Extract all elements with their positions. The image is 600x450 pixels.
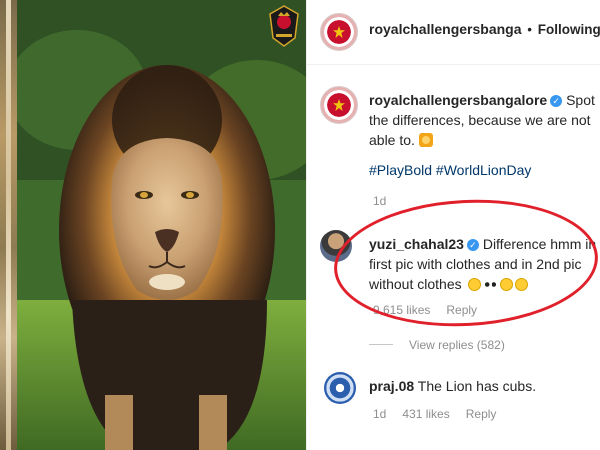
comment-timestamp[interactable]: 1d [373,407,386,421]
caption: royalchallengersbangalore ✓ Spot the diff… [369,90,597,150]
caption-username[interactable]: royalchallengersbangalore [369,92,547,108]
previous-media-edge [0,0,17,450]
lion-emoji-icon [418,133,433,147]
header-username[interactable]: royalchallengersbanga [369,21,522,37]
post-image[interactable] [17,0,306,450]
rcb-crest-icon [333,99,345,111]
comment-meta: 9,615 likes Reply [373,303,477,317]
view-replies-line [369,344,393,345]
comment-praj: praj.08 The Lion has cubs. [369,376,536,396]
thinking-emoji-icon [467,278,481,291]
header-account-line: royalchallengersbanga • Following [369,21,600,37]
caption-timestamp[interactable]: 1d [373,194,386,208]
post-header: royalchallengersbanga • Following [307,0,600,65]
caption-hashtags[interactable]: #PlayBold #WorldLionDay [369,162,531,178]
verified-badge-icon: ✓ [466,239,479,251]
comment-likes[interactable]: 431 likes [402,407,449,421]
view-replies[interactable]: View replies (582) [369,338,505,352]
eyes-emoji-icon [482,279,498,290]
header-separator: • [527,22,533,37]
post-side-panel: royalchallengersbanga • Following royalc… [306,0,600,450]
verified-badge-icon: ✓ [550,95,563,107]
comment-username[interactable]: praj.08 [369,378,414,394]
comment-avatar-praj[interactable] [324,372,356,404]
comment-meta: 1d 431 likes Reply [373,407,496,421]
comment-likes[interactable]: 9,615 likes [373,303,430,317]
flushed-emoji-icon [499,278,513,291]
comment-yuzi: yuzi_chahal23 ✓ Difference hmm in first p… [369,234,599,294]
reply-button[interactable]: Reply [466,407,497,421]
following-button[interactable]: Following [538,22,600,37]
account-avatar[interactable] [320,13,358,51]
rcb-logo-icon [267,4,301,48]
caption-avatar[interactable] [320,86,358,124]
comment-username[interactable]: yuzi_chahal23 [369,236,464,252]
view-replies-label: View replies (582) [409,338,505,352]
comment-avatar-yuzi[interactable] [320,230,352,262]
previous-media-edge-highlight [6,0,11,450]
relieved-emoji-icon [514,278,528,291]
reply-button[interactable]: Reply [446,303,477,317]
comment-text: The Lion has cubs. [417,378,537,394]
lion-photo [17,0,306,450]
rcb-crest-icon [333,26,345,38]
